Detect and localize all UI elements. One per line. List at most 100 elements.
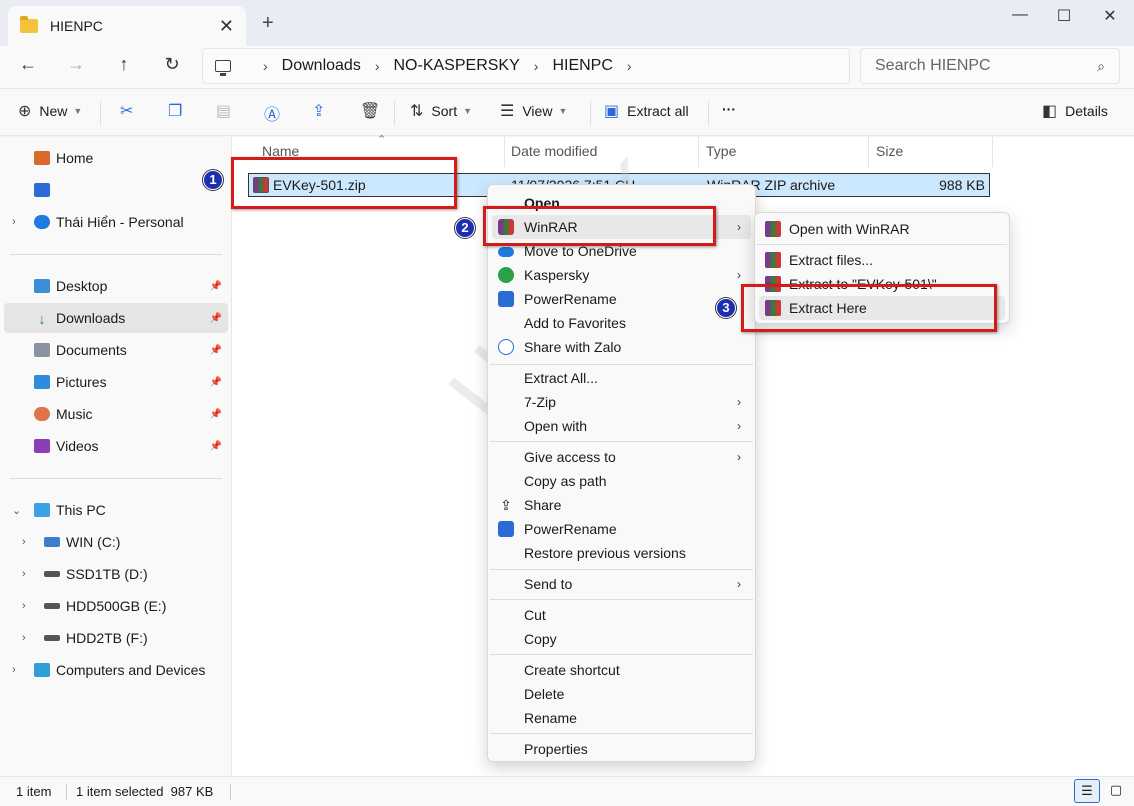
menu-item-open-with[interactable]: Open with › — [492, 414, 751, 438]
music-icon — [34, 407, 50, 421]
close-window-button[interactable]: ✕ — [1090, 6, 1130, 26]
menu-item-share[interactable]: ⇪ Share — [492, 493, 751, 517]
chevron-right-icon[interactable]: › — [627, 58, 632, 74]
scissors-icon: ✂ — [120, 103, 134, 120]
menu-item-7zip[interactable]: 7-Zip › — [492, 390, 751, 414]
extract-all-button[interactable]: ▣ Extract all — [604, 101, 689, 121]
sidebar-item-downloads[interactable]: ↓ Downloads 📌 — [4, 303, 228, 333]
step-2-highlight — [483, 206, 716, 246]
column-header-date[interactable]: Date modified — [511, 143, 597, 159]
menu-item-extract-all[interactable]: Extract All... — [492, 366, 751, 390]
close-tab-icon[interactable]: ✕ — [219, 16, 234, 37]
copy-button[interactable]: ❐ — [168, 101, 190, 121]
chevron-right-icon[interactable]: › — [22, 536, 26, 548]
menu-item-restore-versions[interactable]: Restore previous versions — [492, 541, 751, 565]
divider — [490, 441, 753, 442]
sidebar-item-videos[interactable]: Videos 📌 — [4, 431, 228, 461]
menu-item-cut[interactable]: Cut — [492, 603, 751, 627]
breadcrumb-hienpc[interactable]: HIENPC — [552, 57, 612, 75]
chevron-down-icon[interactable]: ⌄ — [12, 504, 21, 517]
sidebar-item-desktop[interactable]: Desktop 📌 — [4, 271, 228, 301]
menu-item-share-zalo[interactable]: Share with Zalo — [492, 335, 751, 359]
column-header-size[interactable]: Size — [876, 143, 903, 159]
rename-button[interactable]: Ⓐ — [264, 101, 288, 125]
sort-button[interactable]: ⇅ Sort ▼ — [410, 101, 472, 121]
cut-button[interactable]: ✂ — [120, 101, 141, 121]
step-2-badge: 2 — [455, 218, 475, 238]
chevron-right-icon[interactable]: › — [263, 58, 268, 74]
sidebar-item-drive-c[interactable]: › WIN (C:) — [4, 527, 228, 557]
chevron-right-icon[interactable]: › — [12, 216, 16, 228]
back-button[interactable]: ← — [16, 54, 40, 75]
maximize-button[interactable]: ☐ — [1044, 6, 1084, 26]
delete-button[interactable]: 🗑 — [360, 101, 388, 121]
menu-item-properties[interactable]: Properties — [492, 737, 751, 761]
new-tab-button[interactable]: + — [262, 12, 274, 35]
menu-item-powerrename-2[interactable]: PowerRename — [492, 517, 751, 541]
sidebar-item-computers-devices[interactable]: › Computers and Devices — [4, 655, 228, 685]
pin-icon[interactable]: 📌 — [210, 441, 222, 452]
divider — [100, 101, 101, 125]
pin-icon[interactable]: 📌 — [210, 409, 222, 420]
sidebar-item-gallery[interactable] — [4, 175, 228, 205]
chevron-right-icon[interactable]: › — [22, 600, 26, 612]
refresh-button[interactable]: ↻ — [160, 54, 184, 75]
file-size: 988 KB — [939, 177, 985, 193]
breadcrumb-downloads[interactable]: Downloads — [282, 57, 361, 75]
menu-item-delete[interactable]: Delete — [492, 682, 751, 706]
chevron-right-icon[interactable]: › — [22, 568, 26, 580]
breadcrumb-no-kaspersky[interactable]: NO-KASPERSKY — [394, 57, 520, 75]
share-button[interactable]: ⇪ — [312, 101, 333, 121]
details-label: Details — [1065, 103, 1108, 119]
sidebar-item-drive-d[interactable]: › SSD1TB (D:) — [4, 559, 228, 589]
sidebar-item-pictures[interactable]: Pictures 📌 — [4, 367, 228, 397]
new-label: New — [39, 103, 68, 119]
sidebar-item-onedrive[interactable]: › Thái Hiển - Personal — [4, 207, 228, 237]
up-button[interactable]: ↑ — [112, 54, 136, 75]
menu-item-open-with-winrar[interactable]: Open with WinRAR — [759, 217, 1005, 241]
powerrename-icon — [498, 521, 514, 537]
menu-item-powerrename[interactable]: PowerRename — [492, 287, 751, 311]
column-header-type[interactable]: Type — [706, 143, 736, 159]
menu-item-create-shortcut[interactable]: Create shortcut — [492, 658, 751, 682]
menu-item-copy-as-path[interactable]: Copy as path — [492, 469, 751, 493]
sidebar-item-home[interactable]: Home — [4, 143, 228, 173]
chevron-right-icon[interactable]: › — [534, 58, 539, 74]
menu-item-label: Share with Zalo — [524, 339, 622, 355]
large-icons-view-icon[interactable]: ▢ — [1106, 779, 1126, 803]
sidebar-item-music[interactable]: Music 📌 — [4, 399, 228, 429]
sidebar-item-label: HDD2TB (F:) — [66, 630, 148, 646]
forward-button[interactable]: → — [64, 54, 88, 75]
more-options-button[interactable]: ··· — [722, 101, 736, 117]
chevron-right-icon[interactable]: › — [22, 632, 26, 644]
menu-item-label: Share — [524, 497, 562, 513]
menu-item-add-favorites[interactable]: Add to Favorites — [492, 311, 751, 335]
pin-icon[interactable]: 📌 — [210, 313, 222, 324]
search-input[interactable]: Search HIENPC ⌕ — [860, 48, 1120, 84]
pin-icon[interactable]: 📌 — [210, 377, 222, 388]
divider — [490, 364, 753, 365]
menu-item-send-to[interactable]: Send to › — [492, 572, 751, 596]
pin-icon[interactable]: 📌 — [210, 345, 222, 356]
details-button[interactable]: ◧ Details — [1042, 101, 1108, 121]
menu-item-give-access[interactable]: Give access to › — [492, 445, 751, 469]
sidebar-item-documents[interactable]: Documents 📌 — [4, 335, 228, 365]
new-button[interactable]: ⊕ New ▼ — [18, 101, 82, 121]
context-menu: Open WinRAR › Move to OneDrive Kaspersky… — [487, 184, 756, 762]
chevron-right-icon[interactable]: › — [12, 664, 16, 676]
sidebar-item-drive-f[interactable]: › HDD2TB (F:) — [4, 623, 228, 653]
menu-item-extract-files[interactable]: Extract files... — [759, 248, 1005, 272]
menu-item-rename[interactable]: Rename — [492, 706, 751, 730]
tab-hienpc[interactable]: HIENPC ✕ — [8, 6, 246, 46]
minimize-button[interactable]: — — [1000, 6, 1040, 24]
paste-button[interactable]: ▤ — [216, 101, 239, 121]
pin-icon[interactable]: 📌 — [210, 281, 222, 292]
sidebar-item-drive-e[interactable]: › HDD500GB (E:) — [4, 591, 228, 621]
details-view-icon[interactable]: ☰ — [1074, 779, 1100, 803]
menu-item-copy[interactable]: Copy — [492, 627, 751, 651]
chevron-right-icon[interactable]: › — [375, 58, 380, 74]
view-button[interactable]: ☰ View ▼ — [500, 101, 567, 121]
sidebar-item-this-pc[interactable]: ⌄ This PC — [4, 495, 228, 525]
menu-item-kaspersky[interactable]: Kaspersky › — [492, 263, 751, 287]
address-bar[interactable]: › Downloads › NO-KASPERSKY › HIENPC › — [202, 48, 850, 84]
